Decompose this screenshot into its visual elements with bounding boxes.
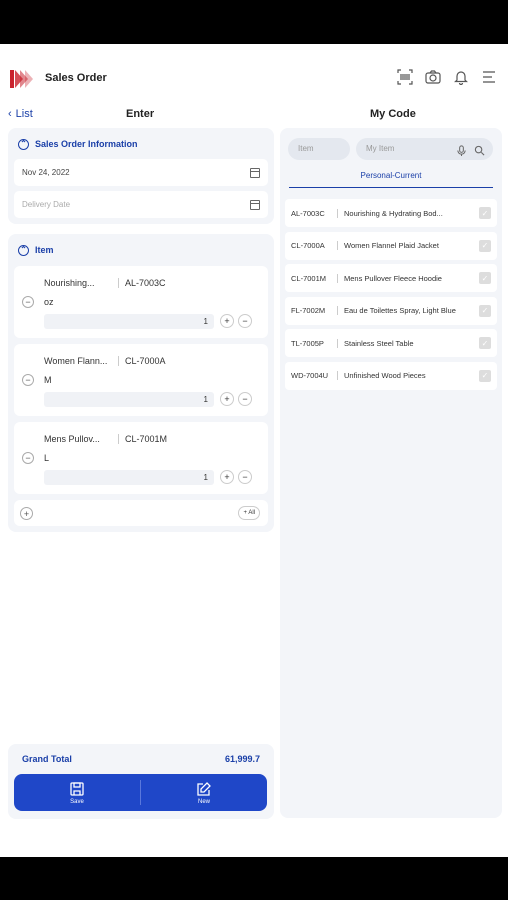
code-id: CL-7000A <box>291 241 325 250</box>
quantity-input[interactable]: 1 <box>44 314 214 329</box>
add-item-icon[interactable]: + <box>20 507 33 520</box>
back-link[interactable]: ‹ List <box>8 108 33 120</box>
item-card: − Women Flann... CL-7000A M 1 + − <box>14 344 268 416</box>
code-list: AL-7003C Nourishing & Hydrating Bod... ✓… <box>285 199 497 394</box>
code-description: Unfinished Wood Pieces <box>337 371 477 380</box>
code-description: Nourishing & Hydrating Bod... <box>337 208 477 218</box>
quantity-input[interactable]: 1 <box>44 392 214 407</box>
decrement-button[interactable]: − <box>238 392 252 406</box>
list-item[interactable]: TL-7005P Stainless Steel Table ✓ <box>285 329 497 357</box>
list-item[interactable]: WD-7004U Unfinished Wood Pieces ✓ <box>285 361 497 390</box>
menu-icon[interactable] <box>480 68 498 86</box>
add-item-row: + + All <box>14 500 268 526</box>
item-code: CL-7000A <box>118 356 166 366</box>
item-name: Mens Pullov... <box>44 434 100 444</box>
save-button[interactable]: Save <box>14 774 140 811</box>
item-code: CL-7001M <box>118 434 167 444</box>
item-name: Women Flann... <box>44 356 108 366</box>
order-entry-panel: ⌃ Sales Order Information Nov 24, 2022 D… <box>8 128 274 818</box>
barcode-scan-icon[interactable] <box>396 68 414 86</box>
code-search-placeholder: My Item <box>366 144 395 153</box>
bell-icon[interactable] <box>452 68 470 86</box>
item-card: − Nourishing... AL-7003C oz 1 + − <box>14 266 268 338</box>
calendar-icon[interactable] <box>250 199 260 210</box>
decrement-button[interactable]: − <box>238 314 252 328</box>
action-bar: Save New <box>14 774 267 811</box>
calendar-icon[interactable] <box>250 167 260 178</box>
collapse-icon: ⌃ <box>18 244 29 256</box>
enter-title: Enter <box>126 108 155 120</box>
app-logo-icon <box>10 70 34 88</box>
checkbox-icon[interactable]: ✓ <box>479 239 491 252</box>
back-label: List <box>15 108 33 120</box>
delivery-date-placeholder: Delivery Date <box>22 200 71 209</box>
list-item[interactable]: FL-7002M Eau de Toilettes Spray, Light B… <box>285 296 497 325</box>
code-description: Stainless Steel Table <box>337 338 477 348</box>
new-label: New <box>197 798 210 805</box>
order-date-value: Nov 24, 2022 <box>22 168 70 177</box>
item-size: L <box>44 453 50 463</box>
order-info-header[interactable]: ⌃ Sales Order Information <box>14 134 268 154</box>
order-date-field[interactable]: Nov 24, 2022 <box>14 159 268 186</box>
new-button[interactable]: New <box>141 774 267 811</box>
sub-bar: ‹ List Enter My Code <box>0 106 508 128</box>
edit-icon <box>197 781 211 796</box>
checkbox-icon[interactable]: ✓ <box>479 272 491 284</box>
checkbox-icon[interactable]: ✓ <box>479 304 491 317</box>
my-code-panel: Item My Item Personal-Current AL-7003C N… <box>280 128 502 818</box>
code-description: Women Flannel Plaid Jacket <box>337 241 477 250</box>
save-label: Save <box>70 798 84 805</box>
increment-button[interactable]: + <box>220 392 234 406</box>
chevron-left-icon: ‹ <box>8 108 12 120</box>
increment-button[interactable]: + <box>220 470 234 484</box>
code-id: CL-7001M <box>291 273 327 283</box>
add-all-button[interactable]: + All <box>238 506 260 520</box>
item-code: AL-7003C <box>118 278 166 288</box>
collapse-icon: ⌃ <box>18 138 29 150</box>
item-section-header[interactable]: ⌃ Item <box>14 240 268 260</box>
list-item[interactable]: AL-7003C Nourishing & Hydrating Bod... ✓ <box>285 199 497 227</box>
my-code-title: My Code <box>370 108 416 120</box>
list-item[interactable]: CL-7000A Women Flannel Plaid Jacket ✓ <box>285 231 497 260</box>
item-search-input[interactable]: Item <box>288 138 350 160</box>
checkbox-icon[interactable]: ✓ <box>479 337 491 349</box>
item-size: M <box>44 375 52 385</box>
order-info-section: ⌃ Sales Order Information Nov 24, 2022 D… <box>8 128 274 224</box>
item-card: − Mens Pullov... CL-7001M L 1 + − <box>14 422 268 494</box>
app-screen: Sales Order ‹ List Enter My Code ⌃ Sales… <box>0 44 508 857</box>
checkbox-icon[interactable]: ✓ <box>479 207 491 219</box>
item-section-title: Item <box>35 245 54 255</box>
code-id: TL-7005P <box>291 338 324 348</box>
code-id: FL-7002M <box>291 306 326 315</box>
save-icon <box>70 781 84 796</box>
checkbox-icon[interactable]: ✓ <box>479 369 491 382</box>
microphone-icon[interactable] <box>456 143 467 165</box>
tab-personal-current[interactable]: Personal-Current <box>289 166 493 188</box>
code-description: Eau de Toilettes Spray, Light Blue <box>337 306 477 315</box>
grand-total-value: 61,999.7 <box>224 754 260 764</box>
item-size: oz <box>44 297 54 307</box>
remove-item-icon[interactable]: − <box>22 296 34 308</box>
camera-icon[interactable] <box>424 68 442 86</box>
remove-item-icon[interactable]: − <box>22 452 34 464</box>
page-title: Sales Order <box>45 72 107 84</box>
code-description: Mens Pullover Fleece Hoodie <box>337 273 477 283</box>
remove-item-icon[interactable]: − <box>22 374 34 386</box>
decrement-button[interactable]: − <box>238 470 252 484</box>
item-name: Nourishing... <box>44 278 95 288</box>
order-info-title: Sales Order Information <box>35 139 138 149</box>
quantity-input[interactable]: 1 <box>44 470 214 485</box>
top-bar: Sales Order <box>0 44 508 106</box>
delivery-date-field[interactable]: Delivery Date <box>14 191 268 218</box>
item-section: ⌃ Item − Nourishing... AL-7003C oz 1 + −… <box>8 234 274 532</box>
code-id: AL-7003C <box>291 208 325 218</box>
code-id: WD-7004U <box>291 371 329 380</box>
grand-total-panel: Grand Total 61,999.7 Save New <box>8 744 274 819</box>
list-item[interactable]: CL-7001M Mens Pullover Fleece Hoodie ✓ <box>285 264 497 292</box>
search-icon[interactable] <box>474 143 485 165</box>
increment-button[interactable]: + <box>220 314 234 328</box>
code-search-input[interactable]: My Item <box>356 138 493 160</box>
grand-total-label: Grand Total <box>22 754 72 764</box>
